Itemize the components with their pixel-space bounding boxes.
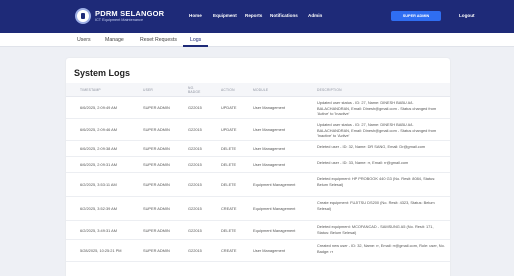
cell-badge: G22015	[188, 248, 202, 254]
column-header-module: MODULE	[253, 88, 269, 92]
cell-badge: G22015	[188, 206, 202, 212]
cell-description: Updated user status - ID: 27, Name: DINE…	[317, 100, 437, 117]
table-row: 6/6/2025, 2:09:49 AM SUPER ADMIN G22015 UPD…	[66, 97, 450, 119]
table-row: 5/28/2025, 10:25:21 PM SUPER ADMIN G22015 C…	[66, 240, 450, 262]
cell-description: Updated user status - ID: 27, Name: DINE…	[317, 122, 437, 139]
cell-module: Equipment Management	[253, 227, 296, 233]
cell-module: Equipment Management	[253, 182, 296, 188]
nav-link-home[interactable]: Home	[189, 13, 202, 18]
cell-action: UPDATE	[221, 127, 237, 133]
page-title: System Logs	[74, 68, 131, 78]
cell-user: SUPER ADMIN	[143, 227, 170, 233]
cell-timestamp: 6/2/2025, 3:53:11 AM	[80, 182, 117, 188]
table-header: TIMESTAMP USER NO. BADGE ACTION MODULE D…	[66, 83, 450, 97]
cell-timestamp: 6/6/2025, 2:09:38 AM	[80, 146, 117, 152]
cell-user: SUPER ADMIN	[143, 206, 170, 212]
nav-link-equipment[interactable]: Equipment	[213, 13, 237, 18]
cell-timestamp: 5/28/2025, 10:25:21 PM	[80, 248, 122, 254]
cell-description: Deleted user - ID: 32, Name: DR SANG, Em…	[317, 144, 426, 149]
cell-user: SUPER ADMIN	[143, 146, 170, 152]
nav-link-admin[interactable]: Admin	[308, 13, 322, 18]
pdrm-logo-icon	[75, 8, 91, 24]
cell-module: User Management	[253, 162, 286, 168]
column-header-description: DESCRIPTION	[317, 88, 342, 92]
column-header-timestamp: TIMESTAMP	[80, 88, 101, 92]
admin-subtabs: Users Manage Reset Requests Logs	[0, 33, 514, 47]
cell-action: DELETE	[221, 146, 237, 152]
brand-subtitle: ICT Equipment Maintenance	[95, 18, 144, 22]
cell-action: DELETE	[221, 162, 237, 168]
cell-module: User Management	[253, 146, 286, 152]
cell-user: SUPER ADMIN	[143, 105, 170, 111]
tab-reset-requests[interactable]: Reset Requests	[140, 37, 177, 43]
cell-action: UPDATE	[221, 105, 237, 111]
cell-description: Created new user - ID: 32, Name: rr, Ema…	[317, 243, 445, 254]
column-header-badge: NO. BADGE	[188, 86, 201, 94]
column-header-user: USER	[143, 88, 153, 92]
table-row: 6/6/2025, 2:09:46 AM SUPER ADMIN G22015 UPD…	[66, 119, 450, 141]
logout-button[interactable]: Logout	[459, 13, 475, 18]
brand-title: PDRM SELANGOR	[95, 9, 165, 18]
cell-module: User Management	[253, 105, 286, 111]
table-row: 6/2/2025, 3:49:31 AM SUPER ADMIN G22015 DEL…	[66, 221, 450, 240]
cell-action: CREATE	[221, 248, 237, 254]
cell-user: SUPER ADMIN	[143, 182, 170, 188]
cell-badge: G22015	[188, 162, 202, 168]
cell-action: CREATE	[221, 206, 237, 212]
cell-timestamp: 6/2/2025, 3:52:39 AM	[80, 206, 117, 212]
table-row: 6/2/2025, 3:52:39 AM SUPER ADMIN G22015 CRE…	[66, 197, 450, 221]
cell-badge: G22015	[188, 105, 202, 111]
table-row: 6/6/2025, 2:09:31 AM SUPER ADMIN G22015 DEL…	[66, 157, 450, 173]
cell-badge: G22015	[188, 127, 202, 133]
nav-link-notifications[interactable]: Notifications	[270, 13, 298, 18]
cell-timestamp: 6/2/2025, 3:49:31 AM	[80, 227, 117, 233]
cell-user: SUPER ADMIN	[143, 127, 170, 133]
table-row: 6/6/2025, 2:09:38 AM SUPER ADMIN G22015 DEL…	[66, 141, 450, 157]
tab-users[interactable]: Users	[77, 37, 91, 43]
cell-action: DELETE	[221, 182, 237, 188]
cell-timestamp: 6/6/2025, 2:09:31 AM	[80, 162, 117, 168]
cell-user: SUPER ADMIN	[143, 162, 170, 168]
cell-module: User Management	[253, 248, 286, 254]
cell-timestamp: 6/6/2025, 2:09:49 AM	[80, 105, 117, 111]
cell-module: User Management	[253, 127, 286, 133]
cell-description: Create equipment: FUJITSU DS200 (No. Res…	[317, 200, 435, 211]
top-navbar: PDRM SELANGOR ICT Equipment Maintenance …	[0, 0, 514, 33]
tab-manage[interactable]: Manage	[105, 37, 124, 43]
cell-action: DELETE	[221, 227, 237, 233]
user-menu-button[interactable]: SUPER ADMIN	[391, 11, 441, 21]
cell-description: Deleted equipment: MCOFANCAD - SAMSUNG A…	[317, 224, 434, 235]
cell-badge: G22015	[188, 227, 202, 233]
cell-module: Equipment Management	[253, 206, 296, 212]
cell-badge: G22015	[188, 146, 202, 152]
cell-user: SUPER ADMIN	[143, 248, 170, 254]
table-row: 6/2/2025, 3:53:11 AM SUPER ADMIN G22015 DEL…	[66, 173, 450, 197]
cell-description: Deleted user - ID: 33, Name: rr, Email: …	[317, 160, 409, 165]
nav-link-reports[interactable]: Reports	[245, 13, 262, 18]
active-tab-indicator	[183, 45, 208, 47]
column-header-action: ACTION	[221, 88, 235, 92]
tab-logs[interactable]: Logs	[190, 37, 201, 43]
cell-description: Deleted equipment: HP PROBOOK 440 G3 (No…	[317, 176, 436, 187]
cell-badge: G22015	[188, 182, 202, 188]
cell-timestamp: 6/6/2025, 2:09:46 AM	[80, 127, 117, 133]
